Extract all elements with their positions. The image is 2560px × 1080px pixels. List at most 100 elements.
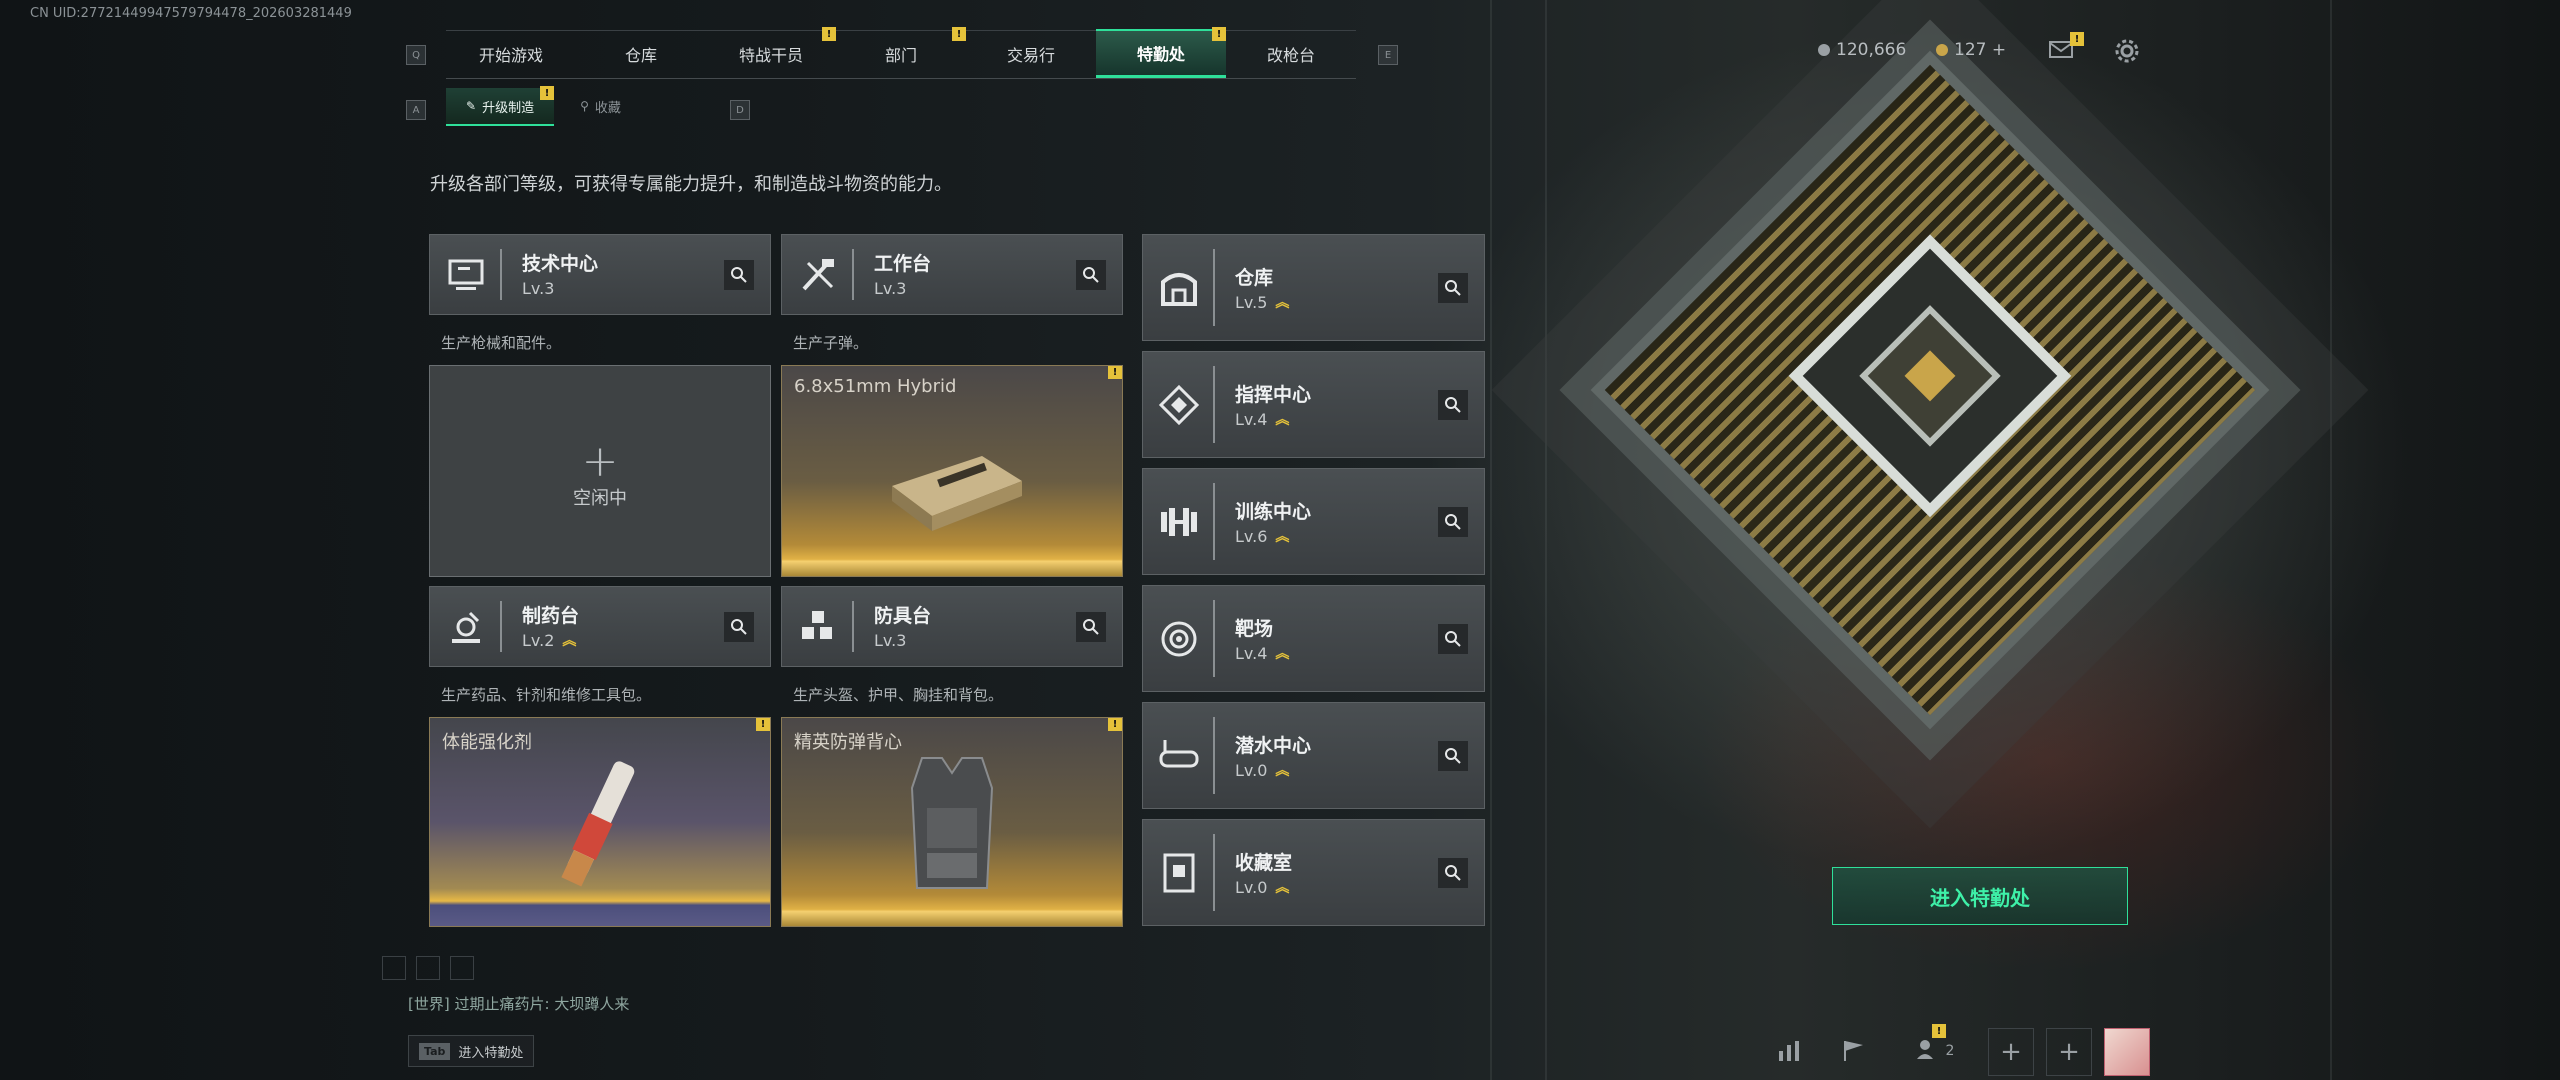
cubes-icon <box>796 605 840 649</box>
cube-core <box>1788 234 2072 518</box>
ticket-balance[interactable]: 127 + <box>1936 40 2006 60</box>
vest-image <box>902 748 1002 912</box>
ticket-amount: 127 + <box>1954 40 2007 60</box>
coin-balance[interactable]: 120,666 <box>1818 40 1906 60</box>
station-armor-bench[interactable]: 防具台 Lv.3 <box>781 586 1123 667</box>
diving-mask-icon <box>1157 734 1201 778</box>
warehouse-icon <box>1157 266 1201 310</box>
production-slot-idle[interactable]: + 空闲中 <box>429 365 771 577</box>
facility-collection-room[interactable]: 收藏室 Lv.0 ︽ <box>1142 819 1485 926</box>
tab-trading[interactable]: 交易行 <box>966 30 1096 77</box>
search-icon[interactable] <box>724 259 754 290</box>
tab-label: 部门 <box>884 46 917 65</box>
cube-core-center <box>1904 350 1956 402</box>
subtab-upgrade-craft[interactable]: ✎ 升级制造 ! <box>446 86 555 126</box>
chat-message[interactable]: [世界] 过期止痛药片: 大坝蹲人来 <box>408 993 629 1014</box>
alert-badge: ! <box>540 86 555 100</box>
team-count: 2 <box>1945 1043 1955 1059</box>
avatar[interactable] <box>2104 1028 2150 1076</box>
production-slot-injector[interactable]: ! 体能强化剂 <box>429 717 771 927</box>
chat-toggle-icon[interactable] <box>382 956 406 980</box>
team-button[interactable]: 2 ! <box>1900 1024 1970 1074</box>
search-icon[interactable] <box>1438 389 1468 420</box>
level-text: Lv.4 <box>1235 410 1268 429</box>
upgrade-arrow-icon: ︽ <box>1275 645 1290 662</box>
station-workbench[interactable]: 工作台 Lv.3 <box>781 234 1123 315</box>
chat-toggle-icon[interactable] <box>450 956 474 980</box>
divider <box>1213 717 1215 794</box>
tab-gunsmith[interactable]: 改枪台 <box>1226 30 1356 77</box>
background-pillar <box>2330 0 2332 1080</box>
tab-label: 仓库 <box>624 46 657 65</box>
production-slot-vest[interactable]: ! 精英防弹背心 <box>781 717 1123 927</box>
divider <box>852 249 854 300</box>
dumbbell-icon <box>1157 500 1201 544</box>
facility-warehouse[interactable]: 仓库 Lv.5 ︽ <box>1142 234 1485 341</box>
search-icon[interactable] <box>1438 857 1468 888</box>
level-text: Lv.3 <box>874 631 907 650</box>
tab-label: 交易行 <box>1006 46 1055 65</box>
chat-text: 过期止痛药片: 大坝蹲人来 <box>454 995 630 1013</box>
station-pharmacy[interactable]: 制药台 Lv.2 ︽ <box>429 586 771 667</box>
search-icon[interactable] <box>1438 272 1468 303</box>
facility-shooting-range[interactable]: 靶场 Lv.4 ︽ <box>1142 585 1485 692</box>
tab-operators[interactable]: 特战干员! <box>706 27 836 77</box>
tools-icon <box>796 253 840 297</box>
flag-icon[interactable] <box>1834 1028 1874 1074</box>
tab-department[interactable]: 部门! <box>836 27 966 77</box>
tab-label: 改枪台 <box>1266 46 1315 65</box>
subtab-label: 收藏 <box>594 100 621 116</box>
enter-special-ops-button[interactable]: 进入特勤处 <box>1832 867 2128 925</box>
facility-level: Lv.6 ︽ <box>1235 527 1289 546</box>
search-icon[interactable] <box>1438 506 1468 537</box>
facility-name: 收藏室 <box>1235 852 1293 874</box>
stats-chart-icon[interactable] <box>1770 1028 1810 1074</box>
alert-badge: ! <box>756 718 770 731</box>
tab-start-game[interactable]: 开始游戏 <box>446 30 576 77</box>
chat-toggle-icon[interactable] <box>416 956 440 980</box>
divider <box>1213 600 1215 677</box>
production-slot-ammo[interactable]: ! 6.8x51mm Hybrid <box>781 365 1123 577</box>
search-icon[interactable] <box>1076 611 1106 642</box>
coin-icon <box>1818 44 1830 56</box>
facility-diving-center[interactable]: 潜水中心 Lv.0 ︽ <box>1142 702 1485 809</box>
idle-status: 空闲中 <box>573 488 627 509</box>
subnav-next-key-hint: D <box>730 100 750 120</box>
alert-badge: ! <box>1108 718 1122 731</box>
mail-icon[interactable]: ! <box>2048 32 2084 60</box>
nav-next-key-hint: E <box>1378 45 1398 65</box>
tab-warehouse[interactable]: 仓库 <box>576 30 706 77</box>
station-level: Lv.3 <box>874 279 906 298</box>
facility-level: Lv.4 ︽ <box>1235 410 1289 429</box>
tab-hint-label: 进入特勤处 <box>458 1045 524 1061</box>
facility-level: Lv.0 ︽ <box>1235 878 1289 897</box>
display-case-icon <box>1157 851 1201 895</box>
facility-name: 仓库 <box>1235 267 1274 289</box>
subtab-collection[interactable]: ⚲ 收藏 <box>560 88 641 124</box>
tab-hint[interactable]: Tab 进入特勤处 <box>408 1035 535 1067</box>
background-pillar <box>1545 0 1547 1080</box>
search-icon[interactable] <box>1076 259 1106 290</box>
divider <box>1213 249 1215 326</box>
search-icon[interactable] <box>1438 740 1468 771</box>
station-tech-center[interactable]: 技术中心 Lv.3 <box>429 234 771 315</box>
level-text: Lv.3 <box>522 279 555 298</box>
search-icon[interactable] <box>724 611 754 642</box>
facility-command-center[interactable]: 指挥中心 Lv.4 ︽ <box>1142 351 1485 458</box>
item-name: 体能强化剂 <box>442 732 532 753</box>
nav-prev-key-hint: Q <box>406 45 426 65</box>
upgrade-arrow-icon: ︽ <box>1275 762 1290 779</box>
station-description: 生产枪械和配件。 <box>441 334 562 352</box>
add-teammate-button[interactable]: + <box>1988 1028 2034 1076</box>
add-teammate-button[interactable]: + <box>2046 1028 2092 1076</box>
upgrade-arrow-icon: ︽ <box>562 632 577 649</box>
background-pillar <box>1490 0 1492 1080</box>
settings-gear-icon[interactable] <box>2114 38 2140 64</box>
team-icon <box>1916 1037 1940 1065</box>
facility-training-center[interactable]: 训练中心 Lv.6 ︽ <box>1142 468 1485 575</box>
tab-special-ops[interactable]: 特勤处! <box>1096 27 1226 78</box>
command-icon <box>1157 383 1201 427</box>
station-level: Lv.2 ︽ <box>522 631 576 650</box>
search-icon[interactable] <box>1438 623 1468 654</box>
divider <box>852 601 854 652</box>
